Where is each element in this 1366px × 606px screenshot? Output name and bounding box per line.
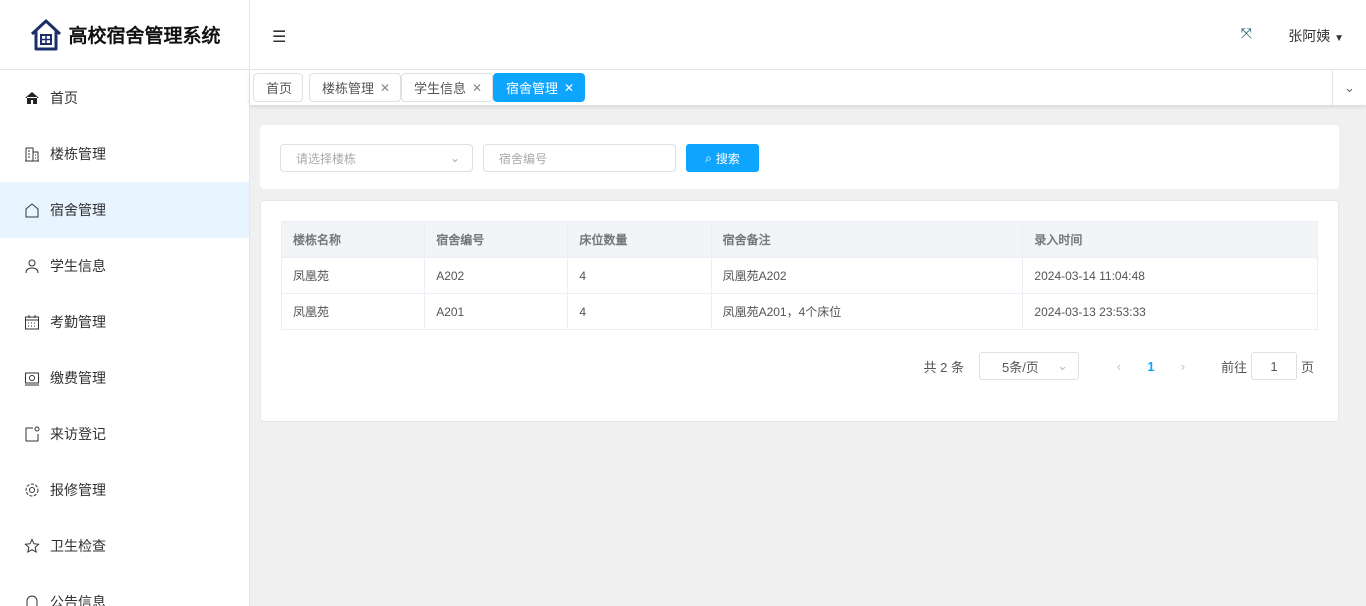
table-row[interactable]: 凤凰苑A2014凤凰苑A201，4个床位2024-03-13 23:53:33 bbox=[282, 294, 1318, 330]
tabs-bar: 首页 楼栋管理 ✕ 学生信息 ✕ 宿舍管理 ✕ ⌄ bbox=[250, 70, 1366, 105]
close-icon[interactable]: ✕ bbox=[472, 81, 482, 95]
sidebar-item-label: 首页 bbox=[50, 88, 78, 108]
logo: 高校宿舍管理系统 bbox=[0, 0, 249, 70]
column-header: 录入时间 bbox=[1023, 222, 1318, 258]
table-row[interactable]: 凤凰苑A2024凤凰苑A2022024-03-14 11:04:48 bbox=[282, 258, 1318, 294]
tab-home[interactable]: 首页 bbox=[253, 73, 303, 102]
column-header: 宿舍备注 bbox=[711, 222, 1023, 258]
sidebar-item-7[interactable]: 报修管理 bbox=[0, 462, 249, 518]
chevron-down-icon: ⌄ bbox=[1057, 358, 1068, 374]
sidebar-item-8[interactable]: 卫生检查 bbox=[0, 518, 249, 574]
search-card: 请选择楼栋 ⌄ 宿舍编号 ⌕ 搜索 bbox=[260, 125, 1339, 189]
house-logo-icon bbox=[28, 17, 64, 53]
dorm-table: 楼栋名称宿舍编号床位数量宿舍备注录入时间 凤凰苑A2024凤凰苑A2022024… bbox=[281, 221, 1318, 330]
app-title: 高校宿舍管理系统 bbox=[68, 21, 220, 48]
table-cell: 凤凰苑A202 bbox=[711, 258, 1023, 294]
prev-page-button[interactable]: ‹ bbox=[1103, 359, 1135, 374]
room-placeholder: 宿舍编号 bbox=[499, 150, 547, 167]
search-button[interactable]: ⌕ 搜索 bbox=[686, 144, 759, 172]
goto-value: 1 bbox=[1270, 359, 1277, 374]
tab-label: 学生信息 bbox=[414, 78, 466, 97]
sidebar-item-6[interactable]: 来访登记 bbox=[0, 406, 249, 462]
column-header: 楼栋名称 bbox=[282, 222, 425, 258]
home-icon bbox=[24, 90, 40, 106]
sidebar-item-label: 缴费管理 bbox=[50, 368, 106, 388]
page-suffix: 页 bbox=[1301, 357, 1314, 376]
total-count: 共 2 条 bbox=[924, 357, 964, 376]
search-icon: ⌕ bbox=[705, 151, 712, 166]
user-icon bbox=[24, 258, 40, 274]
sidebar-item-label: 宿舍管理 bbox=[50, 200, 106, 220]
sidebar-item-1[interactable]: 楼栋管理 bbox=[0, 126, 249, 182]
sidebar-item-0[interactable]: 首页 bbox=[0, 70, 249, 126]
visitor-icon bbox=[24, 426, 40, 442]
pagination: 共 2 条 5条/页 ⌄ ‹ 1 › 前往 1 页 bbox=[924, 352, 1315, 380]
column-header: 宿舍编号 bbox=[425, 222, 568, 258]
close-icon[interactable]: ✕ bbox=[380, 81, 390, 95]
sidebar: 高校宿舍管理系统 首页楼栋管理宿舍管理学生信息考勤管理缴费管理来访登记报修管理卫… bbox=[0, 0, 250, 606]
sidebar-item-5[interactable]: 缴费管理 bbox=[0, 350, 249, 406]
building-icon bbox=[24, 146, 40, 162]
building-select[interactable]: 请选择楼栋 ⌄ bbox=[280, 144, 473, 172]
tab-label: 首页 bbox=[266, 78, 292, 97]
table-card: 楼栋名称宿舍编号床位数量宿舍备注录入时间 凤凰苑A2024凤凰苑A2022024… bbox=[260, 200, 1339, 422]
tab-label: 楼栋管理 bbox=[322, 78, 374, 97]
table-cell: 2024-03-13 23:53:33 bbox=[1023, 294, 1318, 330]
building-placeholder: 请选择楼栋 bbox=[296, 150, 356, 167]
page-number[interactable]: 1 bbox=[1135, 359, 1167, 374]
caret-down-icon: ▼ bbox=[1334, 33, 1344, 44]
table-cell: 2024-03-14 11:04:48 bbox=[1023, 258, 1318, 294]
close-icon[interactable]: ✕ bbox=[564, 81, 574, 95]
bell-icon bbox=[24, 594, 40, 606]
sidebar-item-label: 报修管理 bbox=[50, 480, 106, 500]
chevron-down-icon[interactable]: ⌄ bbox=[1332, 70, 1366, 105]
fullscreen-icon[interactable]: ⤧ bbox=[1241, 25, 1252, 42]
table-cell: 凤凰苑A201，4个床位 bbox=[711, 294, 1023, 330]
sidebar-item-label: 卫生检查 bbox=[50, 536, 106, 556]
sidebar-item-label: 公告信息 bbox=[50, 592, 106, 606]
house-icon bbox=[24, 202, 40, 218]
menu-toggle-icon[interactable]: ☰ bbox=[272, 27, 286, 47]
sidebar-item-label: 考勤管理 bbox=[50, 312, 106, 332]
search-label: 搜索 bbox=[716, 150, 740, 167]
table-cell: 凤凰苑 bbox=[282, 258, 425, 294]
sidebar-item-9[interactable]: 公告信息 bbox=[0, 574, 249, 606]
goto-page-input[interactable]: 1 bbox=[1251, 352, 1297, 380]
goto-label: 前往 bbox=[1221, 357, 1247, 376]
table-cell: 4 bbox=[568, 294, 711, 330]
page-size: 5条/页 bbox=[1002, 357, 1039, 376]
gear-icon bbox=[24, 482, 40, 498]
sidebar-item-2[interactable]: 宿舍管理 bbox=[0, 182, 249, 238]
tab-dorm[interactable]: 宿舍管理 ✕ bbox=[493, 73, 585, 102]
table-cell: A201 bbox=[425, 294, 568, 330]
room-number-input[interactable]: 宿舍编号 bbox=[483, 144, 676, 172]
table-cell: 4 bbox=[568, 258, 711, 294]
next-page-button[interactable]: › bbox=[1167, 359, 1199, 374]
star-icon bbox=[24, 538, 40, 554]
tab-student[interactable]: 学生信息 ✕ bbox=[401, 73, 493, 102]
wallet-icon bbox=[24, 370, 40, 386]
calendar-icon bbox=[24, 314, 40, 330]
sidebar-item-4[interactable]: 考勤管理 bbox=[0, 294, 249, 350]
sidebar-item-3[interactable]: 学生信息 bbox=[0, 238, 249, 294]
tab-label: 宿舍管理 bbox=[506, 78, 558, 97]
sidebar-item-label: 楼栋管理 bbox=[50, 144, 106, 164]
sidebar-item-label: 学生信息 bbox=[50, 256, 106, 276]
user-name: 张阿姨 bbox=[1288, 28, 1330, 44]
sidebar-item-label: 来访登记 bbox=[50, 424, 106, 444]
chevron-down-icon: ⌄ bbox=[450, 151, 460, 165]
table-cell: A202 bbox=[425, 258, 568, 294]
column-header: 床位数量 bbox=[568, 222, 711, 258]
page-size-select[interactable]: 5条/页 ⌄ bbox=[979, 352, 1079, 380]
user-menu[interactable]: 张阿姨 ▼ bbox=[1288, 26, 1344, 46]
header: ☰ ⤧ 张阿姨 ▼ bbox=[250, 0, 1366, 70]
table-cell: 凤凰苑 bbox=[282, 294, 425, 330]
tab-building[interactable]: 楼栋管理 ✕ bbox=[309, 73, 401, 102]
